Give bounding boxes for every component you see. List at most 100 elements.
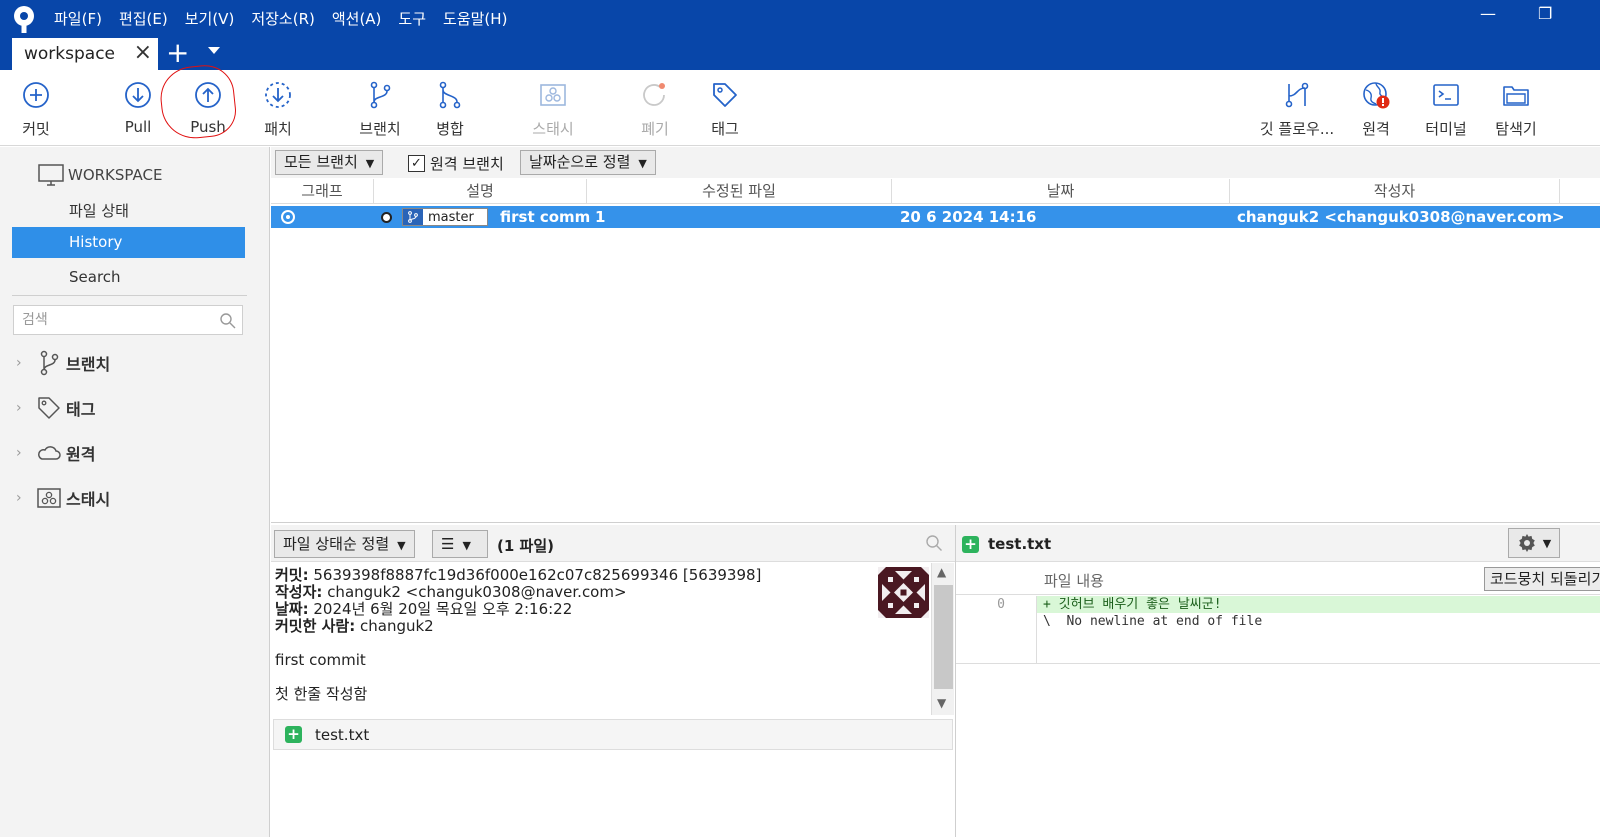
tab-workspace[interactable]: workspace × <box>12 38 158 70</box>
discard-button[interactable]: 폐기 <box>620 80 690 139</box>
scrollbar-thumb[interactable] <box>934 585 953 689</box>
commit-author-line: 작성자: changuk2 <changuk0308@naver.com> <box>275 584 927 601</box>
minimize-button[interactable]: — <box>1480 4 1496 23</box>
discard-hunk-button[interactable]: 코드뭉치 되돌리기 <box>1484 567 1600 591</box>
sidebar-item-history[interactable]: History <box>12 227 245 258</box>
new-tab-button[interactable]: + <box>166 38 189 68</box>
tree-tags[interactable]: › 태그 <box>16 395 95 421</box>
diff-content: 0 + 깃허브 배우기 좋은 날씨군! \ No newline at end … <box>956 596 1600 664</box>
column-modified-files[interactable]: 수정된 파일 <box>587 179 892 204</box>
scroll-down-icon[interactable]: ▼ <box>937 696 946 710</box>
branch-button[interactable]: 브랜치 <box>345 80 415 139</box>
added-file-icon: + <box>962 535 979 553</box>
column-description[interactable]: 설명 <box>374 179 587 204</box>
commit-hash[interactable]: 5639398f8887fc19d36f000e162c07c825699346… <box>313 566 761 584</box>
commit-author-label: 작성자: <box>275 583 323 601</box>
restore-button[interactable]: ❐ <box>1538 4 1552 23</box>
column-author[interactable]: 작성자 <box>1230 179 1560 204</box>
diff-file-name: test.txt <box>988 535 1052 553</box>
commit-date-line: 날짜: 2024년 6월 20일 목요일 오후 2:16:22 <box>275 601 927 618</box>
checkbox-label: 원격 브랜치 <box>430 155 504 173</box>
chevron-right-icon[interactable]: › <box>16 355 30 371</box>
commit-button[interactable]: 커밋 <box>1 80 71 139</box>
column-graph[interactable]: 그래프 <box>271 179 374 204</box>
committer-label: 커밋한 사람: <box>275 617 356 635</box>
explorer-label: 탐색기 <box>1495 120 1537 138</box>
menu-file[interactable]: 파일(F) <box>54 8 102 29</box>
commit-date-label: 날짜: <box>275 600 309 618</box>
sidebar: WORKSPACE 파일 상태 History Search 검색 › 브랜치 … <box>0 147 270 837</box>
remote-button[interactable]: 원격 <box>1341 80 1411 139</box>
fetch-icon <box>265 82 291 108</box>
file-count: (1 파일) <box>497 537 554 555</box>
tree-stashes[interactable]: › 스태시 <box>16 485 110 511</box>
table-row[interactable]: master first comm 1 20 6 2024 14:16 chan… <box>271 206 1600 228</box>
view-mode-dropdown[interactable]: ☰ ▼ <box>432 530 488 558</box>
gitflow-button[interactable]: 깃 플로우... <box>1256 80 1338 139</box>
sidebar-search-input[interactable]: 검색 <box>13 305 243 335</box>
remote-branches-checkbox[interactable]: ✓ 원격 브랜치 <box>408 153 504 174</box>
tree-remotes[interactable]: › 원격 <box>16 440 95 466</box>
workspace-header: WORKSPACE <box>38 163 162 187</box>
tag-button[interactable]: 태그 <box>690 80 760 139</box>
list-view-icon: ☰ <box>441 535 455 553</box>
stash-button[interactable]: 스태시 <box>518 80 588 139</box>
pull-arrow-down-icon <box>125 82 151 108</box>
tree-label: 원격 <box>66 445 96 464</box>
commit-plus-icon <box>23 82 49 108</box>
terminal-button[interactable]: 터미널 <box>1411 80 1481 139</box>
commit-date-value: 2024년 6월 20일 목요일 오후 2:16:22 <box>313 600 573 618</box>
diff-content-title: 파일 내용 <box>1044 572 1104 590</box>
branch-icon <box>40 350 59 376</box>
list-item[interactable]: + test.txt <box>273 719 953 750</box>
diff-options-button[interactable]: ▼ <box>1508 528 1560 558</box>
file-list-toolbar: 파일 상태순 정렬 ▼ ☰ ▼ (1 파일) <box>271 525 955 562</box>
menu-edit[interactable]: 편집(E) <box>119 8 168 29</box>
history-filter-bar: 모든 브랜치 ▼ ✓ 원격 브랜치 날짜순으로 정렬 ▼ <box>271 147 1600 178</box>
diff-no-newline-line: \ No newline at end of file <box>1043 614 1263 629</box>
search-placeholder: 검색 <box>22 312 48 328</box>
commit-hash-label: 커밋: <box>275 566 309 584</box>
close-icon[interactable]: × <box>134 40 152 65</box>
menu-repository[interactable]: 저장소(R) <box>251 8 315 29</box>
tab-dropdown-icon[interactable] <box>208 47 220 54</box>
branch-icon <box>403 209 423 225</box>
tag-icon <box>713 83 737 107</box>
stash-label: 스태시 <box>532 120 574 138</box>
commit-details-scrollbar[interactable]: ▲ ▼ <box>931 563 954 715</box>
diff-file-header: + test.txt <box>962 535 1051 553</box>
stash-icon <box>540 84 566 106</box>
fetch-label: 패치 <box>264 120 292 138</box>
menu-actions[interactable]: 액션(A) <box>332 8 382 29</box>
fetch-button[interactable]: 패치 <box>243 80 313 139</box>
chevron-down-icon: ▼ <box>397 539 406 552</box>
tree-branches[interactable]: › 브랜치 <box>16 350 110 376</box>
globe-icon <box>1363 82 1390 109</box>
chevron-right-icon[interactable]: › <box>16 445 30 461</box>
branch-badge[interactable]: master <box>402 208 488 226</box>
menu-tools[interactable]: 도구 <box>398 8 426 29</box>
commit-hash-line: 커밋: 5639398f8887fc19d36f000e162c07c82569… <box>275 567 927 584</box>
sidebar-item-file-status[interactable]: 파일 상태 <box>12 196 245 227</box>
sort-dropdown[interactable]: 날짜순으로 정렬 ▼ <box>520 150 656 175</box>
file-sort-dropdown[interactable]: 파일 상태순 정렬 ▼ <box>274 530 415 558</box>
sidebar-item-search[interactable]: Search <box>12 262 245 293</box>
chevron-down-icon: ▼ <box>1542 536 1552 550</box>
search-icon <box>220 313 236 329</box>
chevron-right-icon[interactable]: › <box>16 400 30 416</box>
branch-name: master <box>428 209 474 225</box>
menu-view[interactable]: 보기(V) <box>185 8 235 29</box>
explorer-button[interactable]: 탐색기 <box>1481 80 1551 139</box>
search-icon[interactable] <box>925 534 943 552</box>
chevron-right-icon[interactable]: › <box>16 490 30 506</box>
merge-button[interactable]: 병합 <box>415 80 485 139</box>
avatar <box>878 567 929 618</box>
branch-icon <box>370 81 391 109</box>
menu-help[interactable]: 도움말(H) <box>443 8 507 29</box>
column-date[interactable]: 날짜 <box>892 179 1230 204</box>
commit-message-line1: first commit <box>275 651 366 669</box>
diff-toolbar: + test.txt ▼ <box>956 525 1600 562</box>
branch-filter-dropdown[interactable]: 모든 브랜치 ▼ <box>275 150 384 175</box>
scroll-up-icon[interactable]: ▲ <box>937 565 946 579</box>
folder-icon <box>1503 86 1529 106</box>
